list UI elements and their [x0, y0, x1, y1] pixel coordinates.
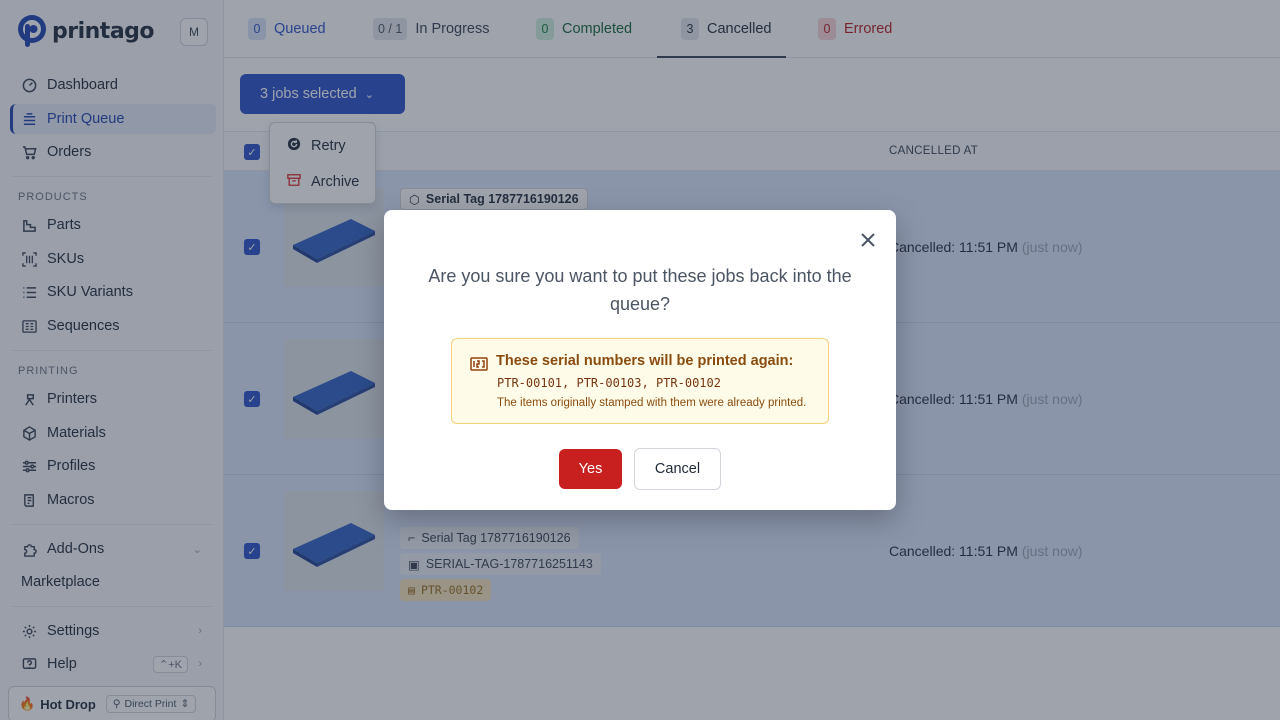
- close-icon[interactable]: [858, 230, 878, 250]
- warning-note: The items originally stamped with them w…: [497, 397, 807, 409]
- dialog-question: Are you sure you want to put these jobs …: [428, 266, 852, 314]
- warning-title: These serial numbers will be printed aga…: [496, 353, 794, 369]
- serial-warning-box: These serial numbers will be printed aga…: [451, 338, 829, 424]
- cancel-button[interactable]: Cancel: [634, 448, 721, 490]
- yes-button[interactable]: Yes: [559, 449, 622, 489]
- serial-number-icon: [470, 355, 488, 373]
- warning-serials: PTR-00101, PTR-00103, PTR-00102: [497, 376, 721, 390]
- confirm-requeue-dialog: Are you sure you want to put these jobs …: [384, 210, 896, 510]
